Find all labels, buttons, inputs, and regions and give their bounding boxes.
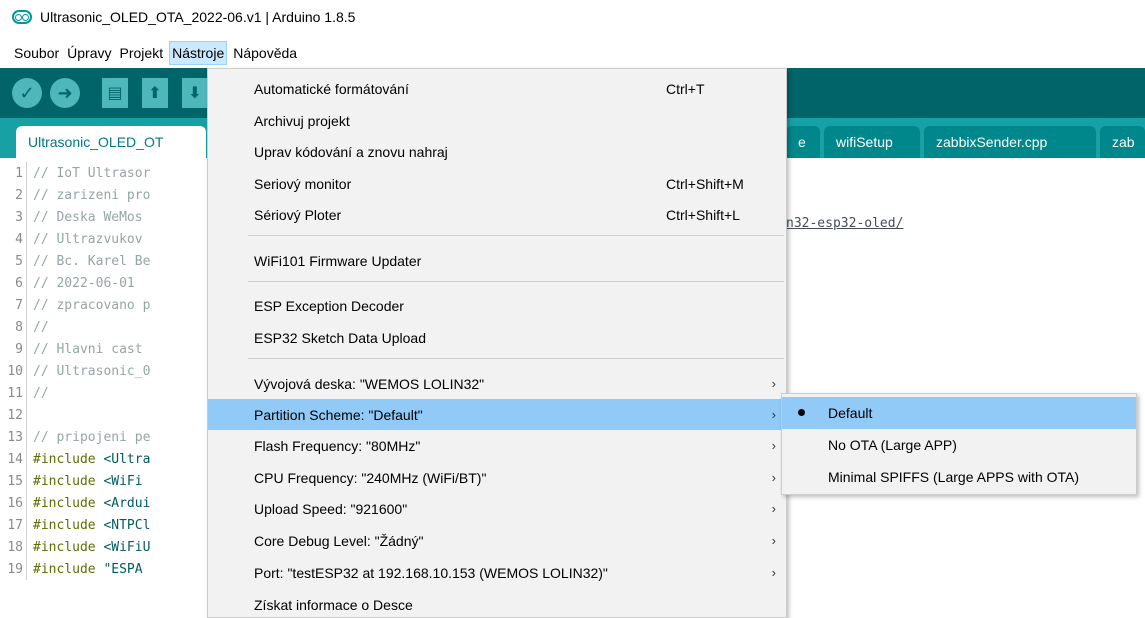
menu-separator (248, 358, 784, 359)
tools-menu-dropdown: Automatické formátování Ctrl+T Archivuj p… (207, 68, 787, 618)
menu-item-serial-plotter[interactable]: Sériový Ploter Ctrl+Shift+L (208, 199, 786, 230)
chevron-right-icon: › (771, 407, 776, 422)
menu-item-esp-exception-decoder[interactable]: ESP Exception Decoder (208, 290, 786, 321)
menu-item-board[interactable]: Vývojová deska: "WEMOS LOLIN32" › (208, 368, 786, 399)
arrow-right-icon: ➜ (57, 82, 73, 103)
partition-option-no-ota[interactable]: No OTA (Large APP) (782, 429, 1136, 461)
upload-button[interactable]: ➜ (50, 78, 80, 108)
menu-item-esp32-data-upload[interactable]: ESP32 Sketch Data Upload (208, 322, 786, 353)
chevron-right-icon: › (771, 438, 776, 453)
partition-option-default[interactable]: Default (782, 397, 1136, 429)
menu-nastroje[interactable]: Nástroje (169, 41, 228, 65)
new-button[interactable]: ▤ (102, 78, 128, 108)
code-link-fragment[interactable]: n32-esp32-oled/ (786, 216, 903, 231)
arduino-logo-icon (12, 10, 32, 24)
menu-napoveda[interactable]: Nápověda (231, 42, 299, 64)
menu-item-port[interactable]: Port: "testESP32 at 192.168.10.153 (WEMO… (208, 557, 786, 588)
tab-partial-left[interactable]: e (786, 126, 820, 158)
menu-item-flash-frequency[interactable]: Flash Frequency: "80MHz" › (208, 430, 786, 461)
chevron-right-icon: › (771, 565, 776, 580)
menu-bar: Soubor Úpravy Projekt Nástroje Nápověda (0, 40, 1145, 66)
menu-separator (248, 235, 784, 236)
title-bar: Ultrasonic_OLED_OTA_2022-06.v1 | Arduino… (0, 0, 1145, 34)
menu-item-wifi101-updater[interactable]: WiFi101 Firmware Updater (208, 245, 786, 276)
chevron-right-icon: › (771, 376, 776, 391)
menu-item-serial-monitor[interactable]: Seriový monitor Ctrl+Shift+M (208, 168, 786, 199)
save-button[interactable]: ⬇ (182, 78, 208, 108)
tab-zabbixsender[interactable]: zabbixSender.cpp (924, 126, 1096, 158)
menu-item-partition-scheme[interactable]: Partition Scheme: "Default" › (208, 399, 786, 430)
new-file-icon: ▤ (107, 85, 123, 102)
tab-wifisetup[interactable]: wifiSetup (824, 126, 920, 158)
chevron-right-icon: › (771, 470, 776, 485)
arrow-down-icon: ⬇ (188, 85, 202, 102)
chevron-right-icon: › (771, 533, 776, 548)
menu-item-core-debug-level[interactable]: Core Debug Level: "Žádný" › (208, 525, 786, 556)
window-title: Ultrasonic_OLED_OTA_2022-06.v1 | Arduino… (40, 9, 356, 25)
menu-item-archive-sketch[interactable]: Archivuj projekt (208, 105, 786, 136)
verify-button[interactable]: ✓ (12, 78, 42, 108)
menu-item-cpu-frequency[interactable]: CPU Frequency: "240MHz (WiFi/BT)" › (208, 462, 786, 493)
menu-projekt[interactable]: Projekt (118, 42, 166, 64)
arrow-up-icon: ⬆ (148, 85, 162, 102)
menu-soubor[interactable]: Soubor (12, 42, 61, 64)
tab-partial-right[interactable]: zab (1100, 126, 1145, 158)
menu-separator (248, 281, 784, 282)
open-button[interactable]: ⬆ (142, 78, 168, 108)
tab-ultrasonic-oled[interactable]: Ultrasonic_OLED_OT (16, 126, 206, 158)
menu-item-auto-format[interactable]: Automatické formátování Ctrl+T (208, 73, 786, 104)
checkmark-icon: ✓ (19, 82, 35, 103)
menu-item-board-info[interactable]: Získat informace o Desce (208, 589, 786, 618)
menu-upravy[interactable]: Úpravy (65, 42, 113, 64)
chevron-right-icon: › (771, 501, 776, 516)
radio-bullet-icon (798, 409, 805, 416)
menu-item-fix-encoding[interactable]: Uprav kódování a znovu nahraj (208, 136, 786, 167)
partition-option-minimal-spiffs[interactable]: Minimal SPIFFS (Large APPS with OTA) (782, 461, 1136, 493)
menu-item-upload-speed[interactable]: Upload Speed: "921600" › (208, 493, 786, 524)
partition-scheme-submenu: Default No OTA (Large APP) Minimal SPIFF… (781, 393, 1137, 495)
